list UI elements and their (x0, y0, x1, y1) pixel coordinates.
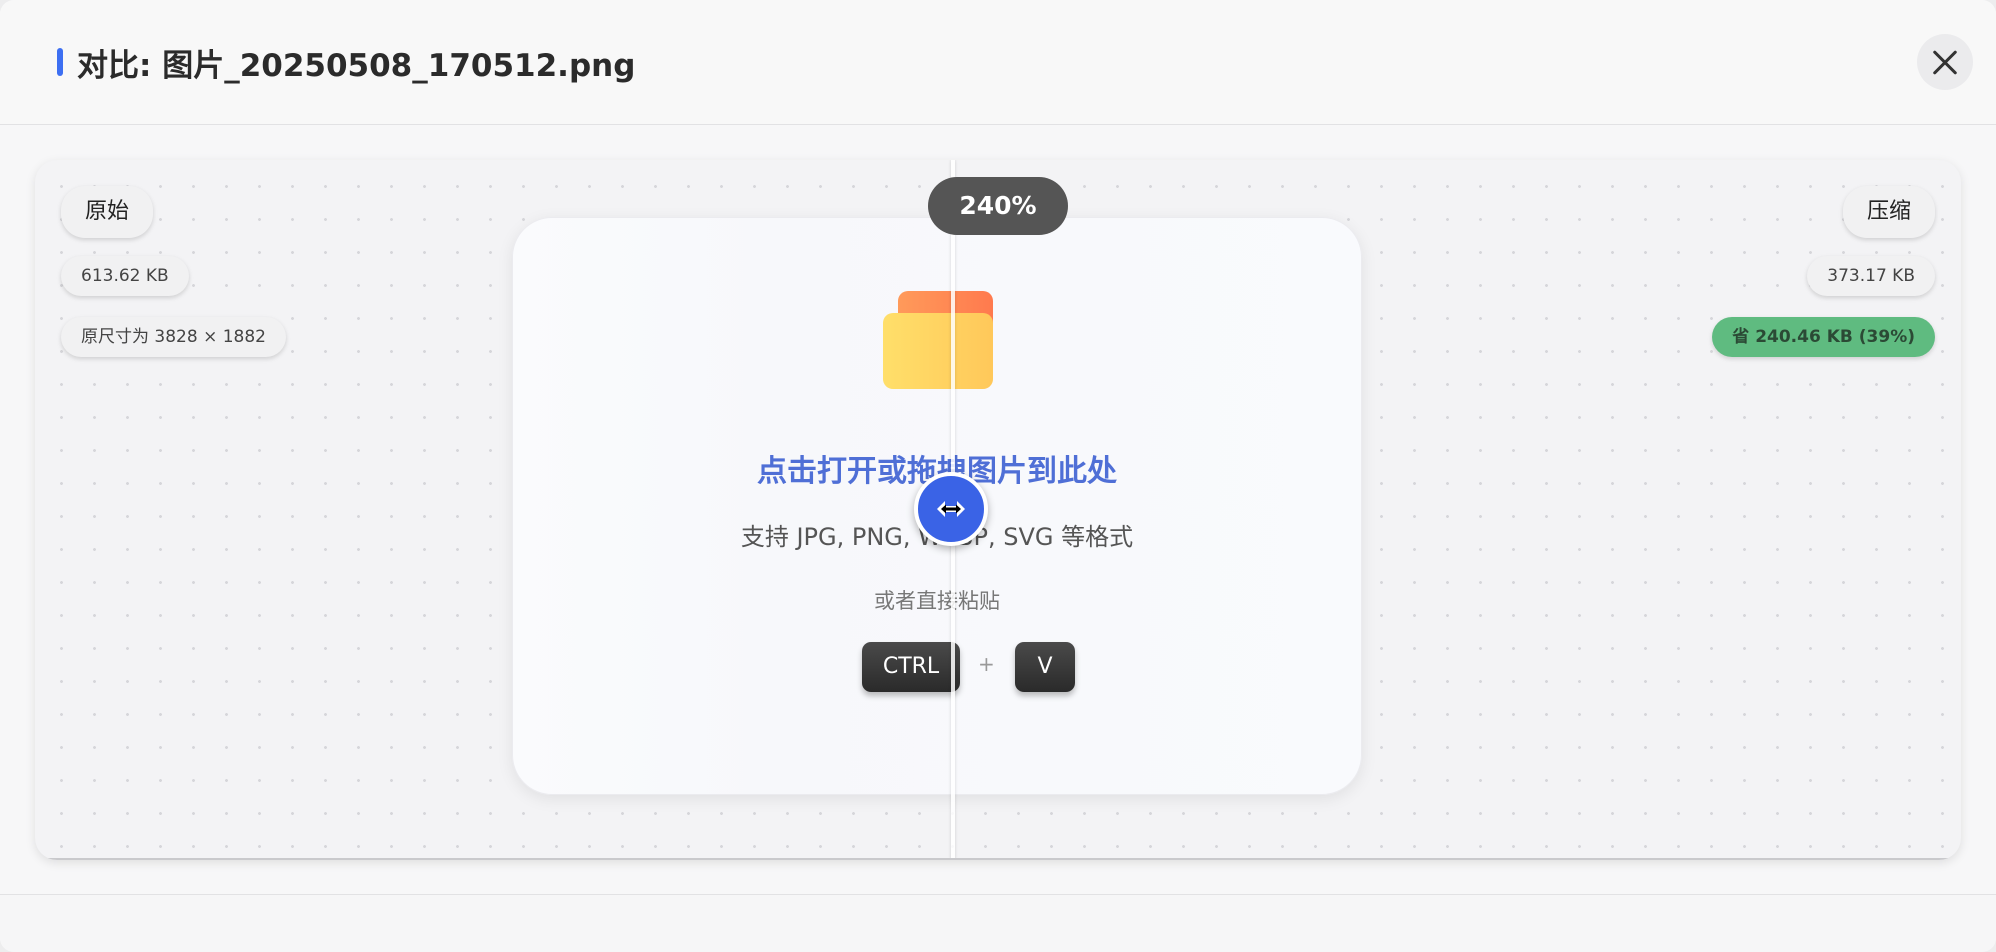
compare-drag-handle[interactable] (914, 472, 988, 546)
compare-stage[interactable]: 点击打开或拖拽图片到此处 支持 JPG, PNG, WEBP, SVG 等格式 … (35, 160, 1961, 860)
folder-icon (883, 291, 993, 389)
original-label: 原始 (61, 186, 154, 238)
horizontal-arrows-icon (937, 501, 965, 517)
paste-hint: 或者直接粘贴 (874, 589, 1000, 613)
dialog-header: 对比: 图片_20250508_170512.png (0, 0, 1996, 125)
close-button[interactable] (1917, 34, 1973, 90)
compare-dialog: 对比: 图片_20250508_170512.png 点击打开或拖拽图片到此处 … (0, 0, 1996, 952)
original-size: 613.62 KB (61, 256, 189, 296)
dialog-footer (0, 894, 1996, 952)
v-key: V (1015, 642, 1075, 692)
compressed-label: 压缩 (1842, 186, 1935, 238)
compressed-size: 373.17 KB (1807, 256, 1935, 296)
title-accent-bar (57, 48, 63, 76)
stage-bottom-border (35, 858, 1961, 860)
ctrl-key: CTRL (862, 642, 960, 692)
dialog-title: 对比: 图片_20250508_170512.png (77, 48, 636, 84)
savings-badge: 省 240.46 KB (39%) (1712, 317, 1935, 357)
zoom-badge: 240% (928, 177, 1068, 235)
plus-sign: + (978, 652, 995, 676)
original-dimensions: 原尺寸为 3828 × 1882 (61, 317, 286, 357)
